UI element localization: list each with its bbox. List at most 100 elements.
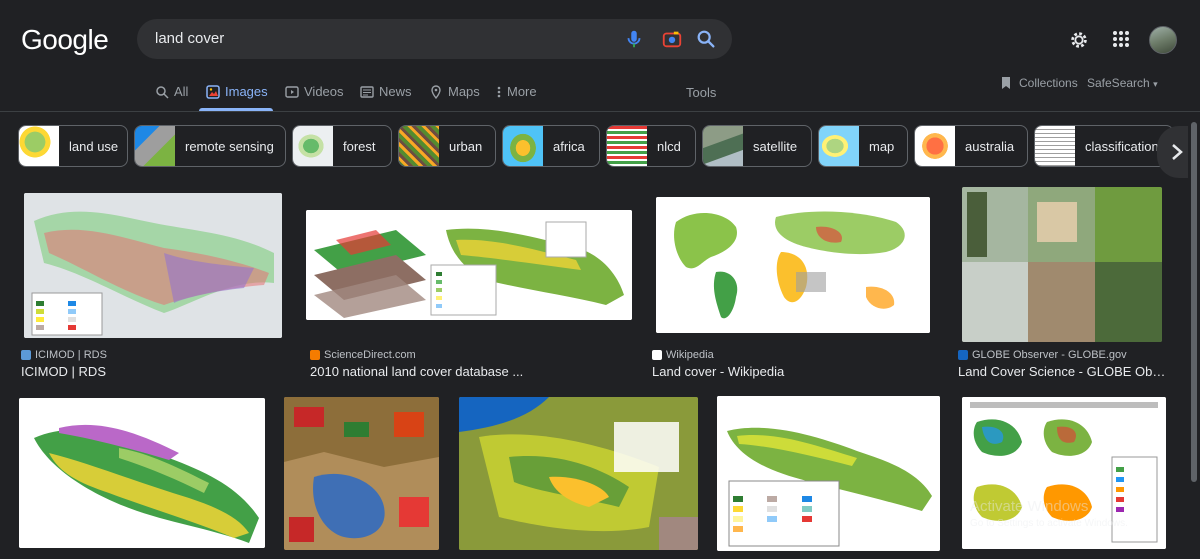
result-title-2[interactable]: 2010 national land cover database ... <box>310 364 550 379</box>
result-title-4[interactable]: Land Cover Science - GLOBE Obse... <box>958 364 1168 379</box>
result-title-1[interactable]: ICIMOD | RDS <box>21 364 291 379</box>
tab-more[interactable]: More <box>496 84 537 110</box>
chip-thumbnail <box>503 126 543 166</box>
chip-label: urban <box>449 138 483 154</box>
scrollbar-thumb[interactable] <box>1191 122 1197 482</box>
tab-label: Maps <box>448 84 480 99</box>
page-scrollbar[interactable] <box>1188 112 1200 559</box>
chip-thumbnail <box>915 126 955 166</box>
google-logo[interactable]: Google <box>21 24 109 56</box>
chip-classification[interactable]: classification <box>1034 125 1174 167</box>
apps-grid-icon[interactable] <box>1112 30 1130 48</box>
result-image-1[interactable] <box>24 193 282 338</box>
tools-button[interactable]: Tools <box>686 85 716 100</box>
result-image-6[interactable] <box>284 397 439 550</box>
result-source-2[interactable]: ScienceDirect.com <box>310 349 416 361</box>
search-icon[interactable] <box>695 28 717 50</box>
tab-videos[interactable]: Videos <box>285 84 344 110</box>
tab-news[interactable]: News <box>360 84 412 110</box>
account-avatar[interactable] <box>1149 26 1177 54</box>
chip-label: nlcd <box>657 138 681 154</box>
land-cover-photo-collage-image <box>962 187 1162 342</box>
chip-label: remote sensing <box>185 138 274 154</box>
tab-label: All <box>174 84 189 99</box>
chip-forest[interactable]: forest <box>292 125 392 167</box>
chip-nlcd[interactable]: nlcd <box>606 125 696 167</box>
chip-map[interactable]: map <box>818 125 908 167</box>
collections-button[interactable]: Collections <box>999 76 1078 90</box>
result-image-3[interactable] <box>656 197 930 333</box>
nepal-land-cover-map-image <box>19 398 265 548</box>
chip-thumbnail <box>135 126 175 166</box>
news-icon <box>360 86 374 98</box>
chevron-right-icon <box>1172 144 1183 160</box>
chip-africa[interactable]: africa <box>502 125 600 167</box>
chip-label: map <box>869 138 895 154</box>
tab-label: More <box>507 84 537 99</box>
microphone-icon[interactable] <box>623 28 645 50</box>
result-source-1[interactable]: ICIMOD | RDS <box>21 349 107 361</box>
chip-australia[interactable]: australia <box>914 125 1028 167</box>
pin-icon <box>431 85 441 99</box>
result-image-7[interactable] <box>459 397 698 550</box>
chip-label: forest <box>343 138 376 154</box>
chip-land-use[interactable]: land use <box>18 125 128 167</box>
windows-activation-subtext: Go to Settings to activate Windows. <box>970 518 1128 529</box>
chip-thumbnail <box>399 126 439 166</box>
chip-label: africa <box>553 138 585 154</box>
result-image-4[interactable] <box>962 187 1162 342</box>
collections-label: Collections <box>1019 76 1078 90</box>
bookmark-icon <box>1002 77 1010 89</box>
safesearch-button[interactable]: SafeSearch ▾ <box>1087 76 1158 90</box>
chip-thumbnail <box>293 126 333 166</box>
site-favicon <box>310 350 320 360</box>
chip-thumbnail <box>607 126 647 166</box>
site-favicon <box>958 350 968 360</box>
result-title-3[interactable]: Land cover - Wikipedia <box>652 364 922 379</box>
source-label: Wikipedia <box>666 349 714 361</box>
forest-land-cover-map-image <box>459 397 698 550</box>
site-favicon <box>652 350 662 360</box>
tab-label: Videos <box>304 84 344 99</box>
tab-all[interactable]: All <box>155 84 188 110</box>
search-input[interactable]: land cover <box>155 30 224 47</box>
chip-urban[interactable]: urban <box>398 125 496 167</box>
play-icon <box>285 86 299 98</box>
result-image-8[interactable] <box>717 396 940 551</box>
search-box[interactable]: land cover <box>137 19 732 59</box>
chip-thumbnail <box>819 126 859 166</box>
result-source-3[interactable]: Wikipedia <box>652 349 714 361</box>
source-label: ScienceDirect.com <box>324 349 416 361</box>
dots-icon <box>497 86 501 98</box>
urban-land-cover-image <box>284 397 439 550</box>
result-image-5[interactable] <box>19 398 265 548</box>
nepal-map-image <box>24 193 282 338</box>
tab-label: Images <box>225 84 268 99</box>
chip-remote-sensing[interactable]: remote sensing <box>134 125 286 167</box>
chip-thumbnail <box>1035 126 1075 166</box>
chip-label: satellite <box>753 138 798 154</box>
result-source-4[interactable]: GLOBE Observer - GLOBE.gov <box>958 349 1127 361</box>
land-cover-layers-image <box>306 210 632 320</box>
tab-images[interactable]: Images <box>206 84 268 110</box>
chip-thumbnail <box>703 126 743 166</box>
tab-label: News <box>379 84 412 99</box>
chip-thumbnail <box>19 126 59 166</box>
header-divider <box>0 111 1200 112</box>
source-label: GLOBE Observer - GLOBE.gov <box>972 349 1127 361</box>
windows-activation-watermark: Activate Windows <box>970 498 1089 515</box>
result-image-2[interactable] <box>306 210 632 320</box>
image-icon <box>206 85 220 99</box>
chip-label: australia <box>965 138 1015 154</box>
gear-icon[interactable] <box>1068 29 1090 51</box>
site-favicon <box>21 350 31 360</box>
world-land-cover-map-image <box>656 197 930 333</box>
safesearch-label: SafeSearch <box>1087 76 1150 90</box>
chip-satellite[interactable]: satellite <box>702 125 812 167</box>
tab-maps[interactable]: Maps <box>429 84 480 110</box>
chip-label: land use <box>69 138 119 154</box>
caret-down-icon: ▾ <box>1153 79 1158 89</box>
nepal-land-cover-legend-image <box>717 396 940 551</box>
source-label: ICIMOD | RDS <box>35 349 107 361</box>
camera-lens-icon[interactable] <box>661 28 683 50</box>
